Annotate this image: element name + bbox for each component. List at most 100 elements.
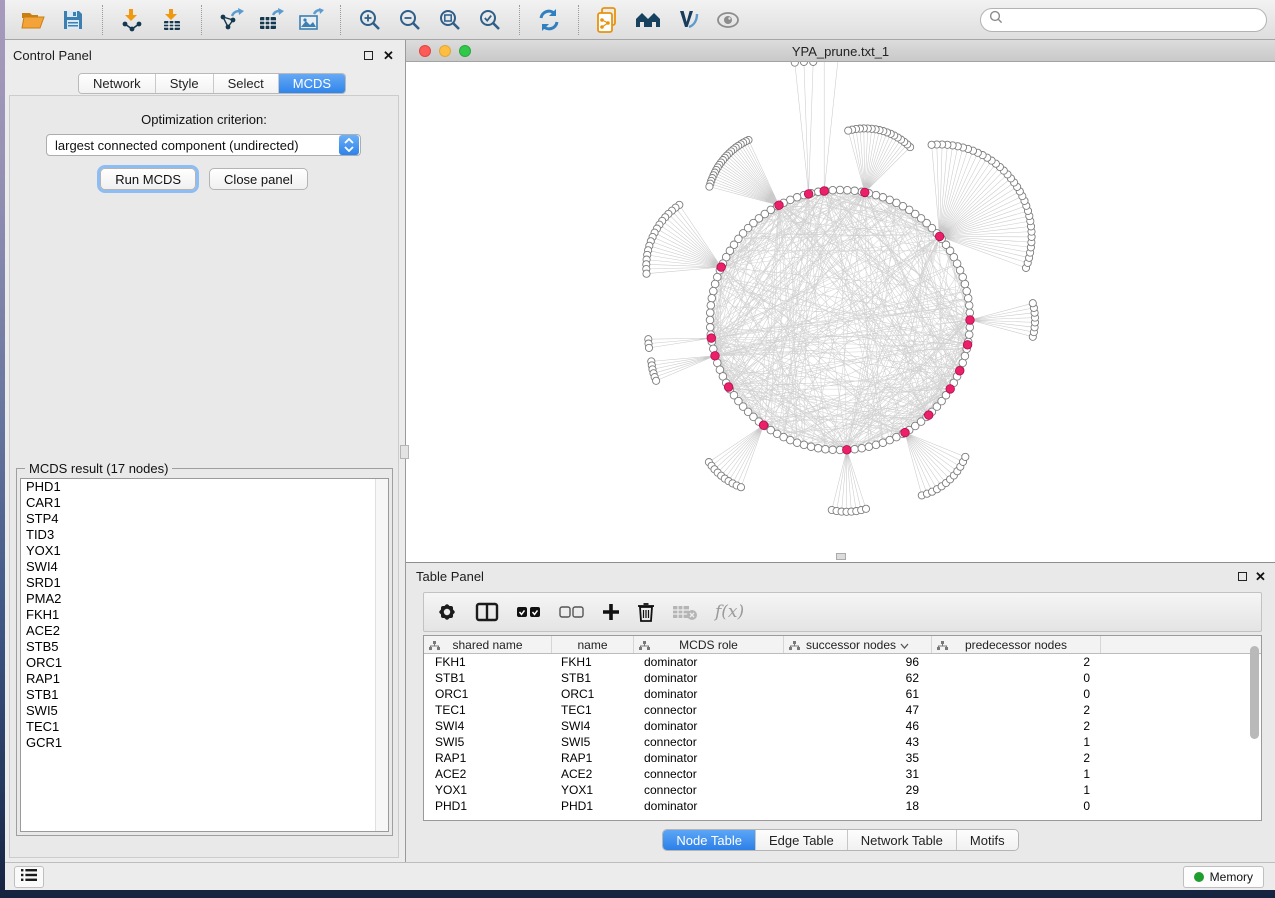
table-row[interactable]: TEC1TEC1connector472	[424, 702, 1261, 718]
delete-column-icon[interactable]	[637, 601, 655, 623]
export-image-icon[interactable]	[296, 5, 326, 35]
network-area: YPA_prune.txt_1 Table Panel ✕	[406, 40, 1275, 862]
tab-motifs[interactable]: Motifs	[957, 830, 1018, 850]
table-cell: dominator	[634, 686, 784, 702]
control-panel-tabs: Network Style Select MCDS	[78, 73, 346, 94]
splitter-handle[interactable]	[400, 445, 409, 459]
mcds-list-scrollbar[interactable]	[375, 479, 388, 831]
list-item[interactable]: STP4	[21, 511, 388, 527]
table-row[interactable]: ACE2ACE2connector311	[424, 766, 1261, 782]
tab-mcds[interactable]: MCDS	[279, 74, 345, 93]
close-panel-button[interactable]: Close panel	[209, 168, 308, 190]
table-cell: connector	[634, 702, 784, 718]
search-input[interactable]	[1003, 13, 1258, 27]
zoom-out-icon[interactable]	[395, 5, 425, 35]
tab-style[interactable]: Style	[156, 74, 214, 93]
criterion-dropdown[interactable]: largest connected component (undirected)	[46, 134, 361, 156]
column-header-name[interactable]: name	[552, 636, 634, 653]
list-item[interactable]: FKH1	[21, 607, 388, 623]
list-item[interactable]: STB1	[21, 687, 388, 703]
list-item[interactable]: RAP1	[21, 671, 388, 687]
table-cell: 1	[932, 766, 1101, 782]
clone-network-icon[interactable]	[593, 5, 623, 35]
list-item[interactable]: SWI5	[21, 703, 388, 719]
tab-network-table[interactable]: Network Table	[848, 830, 957, 850]
table-settings-gear-icon[interactable]	[436, 601, 458, 623]
refresh-icon[interactable]	[534, 5, 564, 35]
list-item[interactable]: ACE2	[21, 623, 388, 639]
export-network-icon[interactable]	[216, 5, 246, 35]
table-cell: SWI5	[552, 734, 634, 750]
float-panel-icon[interactable]	[362, 49, 375, 62]
table-row[interactable]: SWI5SWI5connector431	[424, 734, 1261, 750]
export-table-icon[interactable]	[256, 5, 286, 35]
eye-icon[interactable]	[713, 5, 743, 35]
deselect-all-icon[interactable]	[559, 605, 585, 619]
list-item[interactable]: PMA2	[21, 591, 388, 607]
network-canvas[interactable]	[406, 62, 1275, 562]
close-table-icon[interactable]: ✕	[1254, 570, 1267, 583]
table-cell: 43	[784, 734, 932, 750]
float-table-icon[interactable]	[1236, 570, 1249, 583]
run-mcds-button[interactable]: Run MCDS	[100, 168, 196, 190]
column-header-shared-name[interactable]: shared name	[424, 636, 552, 653]
list-item[interactable]: CAR1	[21, 495, 388, 511]
column-view-icon[interactable]	[475, 602, 499, 622]
table-row[interactable]: PHD1PHD1dominator180	[424, 798, 1261, 814]
houses-icon[interactable]	[633, 5, 663, 35]
zoom-fit-icon[interactable]	[435, 5, 465, 35]
toolbar-separator	[519, 5, 520, 35]
table-cell: 1	[932, 734, 1101, 750]
table-tabs: Node Table Edge Table Network Table Moti…	[406, 829, 1275, 851]
list-item[interactable]: SWI4	[21, 559, 388, 575]
tab-node-table[interactable]: Node Table	[663, 830, 756, 850]
list-item[interactable]: GCR1	[21, 735, 388, 751]
column-header-mcds-role[interactable]: MCDS role	[634, 636, 784, 653]
table-row[interactable]: ORC1ORC1dominator610	[424, 686, 1261, 702]
mcds-result-list[interactable]: PHD1CAR1STP4TID3YOX1SWI4SRD1PMA2FKH1ACE2…	[20, 478, 389, 832]
close-panel-icon[interactable]: ✕	[382, 49, 395, 62]
column-header-successor-nodes[interactable]: successor nodes	[784, 636, 932, 653]
list-item[interactable]: SRD1	[21, 575, 388, 591]
import-network-icon[interactable]	[117, 5, 147, 35]
table-cell: 1	[932, 782, 1101, 798]
table-cell: 2	[932, 654, 1101, 670]
open-file-icon[interactable]	[18, 5, 48, 35]
tab-select[interactable]: Select	[214, 74, 279, 93]
add-column-icon[interactable]	[602, 603, 620, 621]
memory-button[interactable]: Memory	[1183, 866, 1264, 888]
list-item[interactable]: YOX1	[21, 543, 388, 559]
table-row[interactable]: STB1STB1dominator620	[424, 670, 1261, 686]
table-row[interactable]: YOX1YOX1connector291	[424, 782, 1261, 798]
table-toolbar: f(x)	[423, 592, 1262, 632]
import-table-icon[interactable]	[157, 5, 187, 35]
zoom-selected-icon[interactable]	[475, 5, 505, 35]
save-session-icon[interactable]	[58, 5, 88, 35]
graphics-details-icon[interactable]	[673, 5, 703, 35]
select-all-icon[interactable]	[516, 605, 542, 619]
status-bar: Memory	[5, 862, 1275, 890]
list-item[interactable]: STB5	[21, 639, 388, 655]
mcds-panel: Optimization criterion: largest connecte…	[9, 95, 399, 858]
optimization-criterion-label: Optimization criterion:	[10, 112, 398, 127]
list-item[interactable]: TID3	[21, 527, 388, 543]
memory-status-icon	[1194, 872, 1204, 882]
table-row[interactable]: FKH1FKH1dominator962	[424, 654, 1261, 670]
table-row[interactable]: SWI4SWI4dominator462	[424, 718, 1261, 734]
table-row[interactable]: RAP1RAP1dominator352	[424, 750, 1261, 766]
hierarchy-icon	[789, 640, 800, 654]
list-item[interactable]: ORC1	[21, 655, 388, 671]
table-cell: SWI4	[424, 718, 552, 734]
search-field[interactable]	[980, 8, 1267, 32]
table-cell: dominator	[634, 718, 784, 734]
toolbar-separator	[340, 5, 341, 35]
list-item[interactable]: TEC1	[21, 719, 388, 735]
tab-network[interactable]: Network	[79, 74, 156, 93]
canvas-splitter-handle[interactable]	[836, 553, 846, 560]
column-header-predecessor-nodes[interactable]: predecessor nodes	[932, 636, 1101, 653]
task-history-button[interactable]	[14, 866, 44, 888]
tab-edge-table[interactable]: Edge Table	[756, 830, 848, 850]
zoom-in-icon[interactable]	[355, 5, 385, 35]
table-scrollbar[interactable]	[1250, 646, 1259, 739]
list-item[interactable]: PHD1	[21, 479, 388, 495]
